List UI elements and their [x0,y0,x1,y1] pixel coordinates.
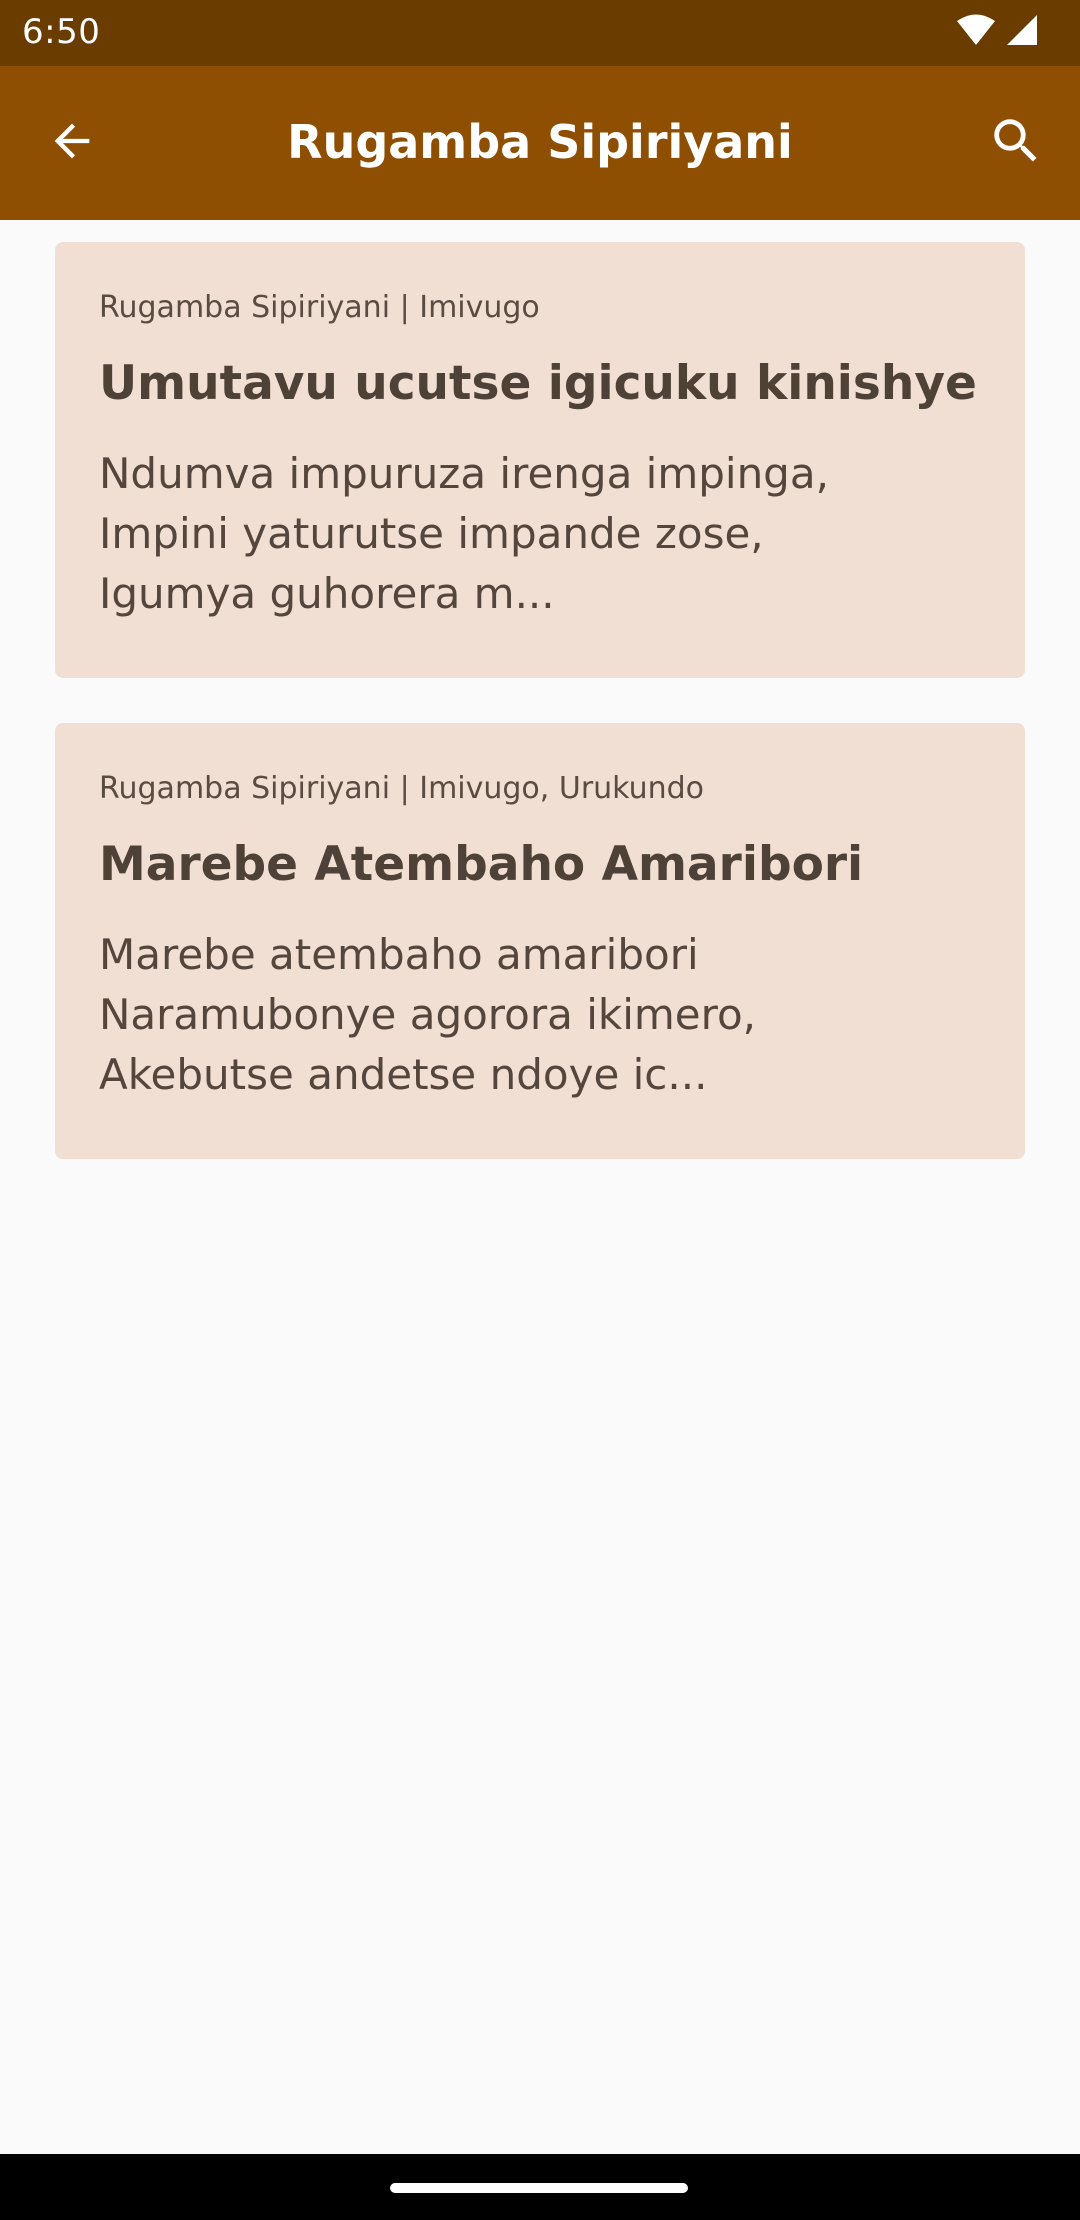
arrow-back-icon [46,115,98,171]
search-icon [987,112,1045,174]
page-title: Rugamba Sipiriyani [287,115,793,169]
excerpt-line: Impini yaturutse impande zose, [99,509,764,558]
post-title: Marebe Atembaho Amaribori [99,837,864,892]
excerpt-line: Naramubonye agorora ikimero, [99,990,757,1039]
post-excerpt: Marebe atembaho amaribori Naramubonye ag… [99,925,981,1105]
back-button[interactable] [38,109,106,177]
search-button[interactable] [982,109,1050,177]
home-indicator[interactable] [390,2183,688,2193]
signal-icon [1006,14,1038,50]
post-meta: Rugamba Sipiriyani | Imivugo [99,290,540,325]
excerpt-line: Ndumva impuruza irenga impinga, [99,449,829,498]
excerpt-line: Igumya guhorera m... [99,569,555,618]
status-bar: 6:50 [0,0,1080,66]
navigation-bar [0,2154,1080,2220]
post-card[interactable]: Rugamba Sipiriyani | Imivugo Umutavu ucu… [55,242,1025,678]
post-card[interactable]: Rugamba Sipiriyani | Imivugo, Urukundo M… [55,723,1025,1159]
wifi-icon [956,14,996,50]
post-meta: Rugamba Sipiriyani | Imivugo, Urukundo [99,771,705,806]
excerpt-line: Marebe atembaho amaribori [99,930,699,979]
status-time: 6:50 [22,12,101,52]
app-bar: Rugamba Sipiriyani [0,66,1080,220]
post-excerpt: Ndumva impuruza irenga impinga, Impini y… [99,444,981,624]
excerpt-line: Akebutse andetse ndoye ic... [99,1050,708,1099]
status-icons [956,14,1038,50]
post-title: Umutavu ucutse igicuku kinishye [99,356,977,411]
